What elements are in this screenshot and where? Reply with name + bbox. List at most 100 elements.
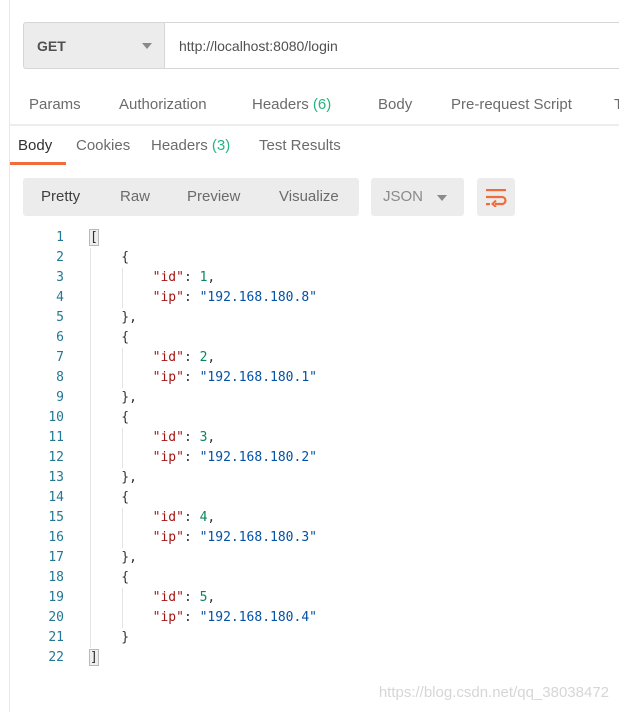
line-number: 13 [48, 470, 64, 485]
code-text: "ip": "192.168.180.2" [152, 450, 317, 465]
tab-pre-request-script[interactable]: Pre-request Script [451, 96, 572, 113]
tab-label: Test Results [259, 137, 341, 154]
code-line: 9 }, [0, 388, 619, 408]
line-number: 8 [56, 370, 64, 385]
headers-count-badge: (3) [211, 137, 231, 154]
preview-button[interactable]: Preview [187, 188, 240, 205]
code-text: { [90, 490, 130, 505]
view-mode-group: Pretty Raw Preview Visualize [23, 178, 359, 216]
line-number: 10 [48, 410, 64, 425]
code-line: 11 "id": 3, [0, 428, 619, 448]
code-text: "id": 4, [152, 510, 216, 525]
url-input[interactable]: http://localhost:8080/login [164, 22, 619, 69]
line-number: 21 [48, 630, 64, 645]
code-text: }, [90, 470, 137, 485]
code-text: }, [90, 310, 137, 325]
code-line: 20 "ip": "192.168.180.4" [0, 608, 619, 628]
code-text: { [90, 330, 130, 345]
line-number: 20 [48, 610, 64, 625]
request-tabs: Params Authorization Headers (6) Body Pr… [10, 86, 619, 126]
chevron-down-icon [142, 43, 152, 49]
code-line: 13 }, [0, 468, 619, 488]
code-line: 5 }, [0, 308, 619, 328]
code-line: 15 "id": 4, [0, 508, 619, 528]
active-tab-indicator [10, 162, 66, 165]
code-line: 19 "id": 5, [0, 588, 619, 608]
code-text: "id": 3, [152, 430, 216, 445]
code-line: 7 "id": 2, [0, 348, 619, 368]
code-text: } [90, 630, 130, 645]
tab-test-results[interactable]: Test Results [259, 137, 341, 154]
line-number: 2 [56, 250, 64, 265]
wrap-lines-button[interactable] [477, 178, 515, 216]
line-number: 11 [48, 430, 64, 445]
code-text: { [90, 250, 130, 265]
code-text: }, [90, 550, 137, 565]
tab-label: Headers [151, 137, 208, 154]
tab-label: T [614, 96, 619, 113]
code-line: 12 "ip": "192.168.180.2" [0, 448, 619, 468]
code-text: "id": 2, [152, 350, 216, 365]
code-text: "ip": "192.168.180.1" [152, 370, 317, 385]
tab-label: Cookies [76, 137, 131, 154]
indent-guide [122, 588, 123, 628]
pretty-button[interactable]: Pretty [41, 188, 80, 205]
code-text: { [90, 570, 130, 585]
code-text: "ip": "192.168.180.8" [152, 290, 317, 305]
line-number: 18 [48, 570, 64, 585]
line-number: 19 [48, 590, 64, 605]
code-line: 16 "ip": "192.168.180.3" [0, 528, 619, 548]
wrap-lines-icon [486, 189, 507, 207]
tab-label: Body [378, 96, 413, 113]
code-line: 17 }, [0, 548, 619, 568]
tab-headers[interactable]: Headers (6) [252, 96, 331, 113]
line-number: 1 [56, 230, 64, 245]
code-text: [ [89, 229, 99, 246]
code-text: "id": 5, [152, 590, 216, 605]
code-text: "ip": "192.168.180.3" [152, 530, 317, 545]
tab-response-body[interactable]: Body [18, 137, 52, 154]
tab-response-headers[interactable]: Headers (3) [151, 137, 230, 154]
line-number: 5 [56, 310, 64, 325]
tab-label: Headers [252, 96, 309, 113]
indent-guide [122, 268, 123, 308]
chevron-down-icon [437, 195, 447, 201]
line-number: 9 [56, 390, 64, 405]
line-number: 12 [48, 450, 64, 465]
method-select[interactable]: GET [23, 22, 164, 69]
url-value: http://localhost:8080/login [179, 37, 338, 54]
tab-authorization[interactable]: Authorization [119, 96, 207, 113]
format-select[interactable]: JSON [371, 178, 464, 216]
line-number: 6 [56, 330, 64, 345]
tab-cookies[interactable]: Cookies [76, 137, 130, 154]
tab-label: Authorization [119, 96, 207, 113]
tab-label: Body [18, 137, 53, 154]
code-line: 14 { [0, 488, 619, 508]
code-text: ] [89, 649, 99, 666]
line-number: 22 [48, 650, 64, 665]
indent-guide [122, 348, 123, 388]
tab-params[interactable]: Params [29, 96, 81, 113]
line-number: 4 [56, 290, 64, 305]
code-line: 18 { [0, 568, 619, 588]
headers-count-badge: (6) [312, 96, 332, 113]
indent-guide [122, 428, 123, 468]
line-number: 14 [48, 490, 64, 505]
code-line: 8 "ip": "192.168.180.1" [0, 368, 619, 388]
code-line: 21 } [0, 628, 619, 648]
visualize-button[interactable]: Visualize [279, 188, 339, 205]
format-label: JSON [383, 188, 424, 205]
code-text: { [90, 410, 130, 425]
code-line: 1[ [0, 228, 619, 248]
code-line: 3 "id": 1, [0, 268, 619, 288]
code-text: }, [90, 390, 137, 405]
watermark: https://blog.csdn.net/qq_38038472 [378, 684, 609, 701]
code-line: 2 { [0, 248, 619, 268]
code-text: "ip": "192.168.180.4" [152, 610, 317, 625]
response-body-viewer[interactable]: 1[2 {3 "id": 1, 4 "ip": "192.168.180.8" 5 … [0, 228, 619, 668]
tab-body[interactable]: Body [378, 96, 412, 113]
tab-tests[interactable]: T [614, 96, 619, 113]
line-number: 17 [48, 550, 64, 565]
raw-button[interactable]: Raw [120, 188, 150, 205]
code-text: "id": 1, [152, 270, 216, 285]
